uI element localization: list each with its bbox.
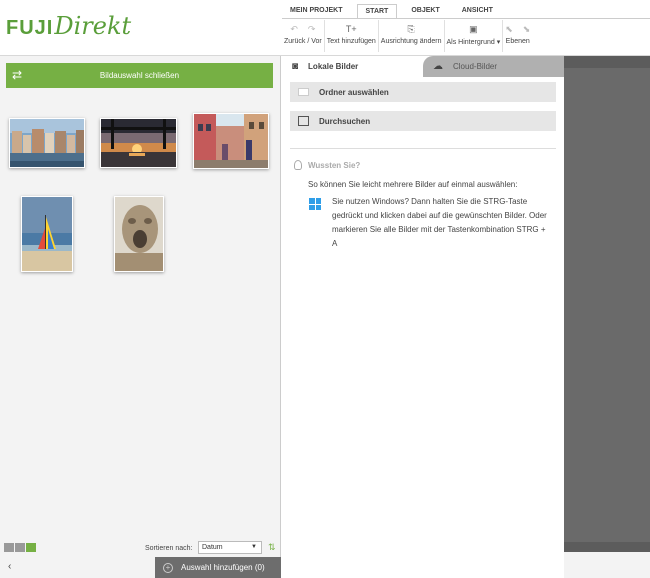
windows-logo-icon (309, 198, 321, 210)
ribbon-toolbar: ↶ ↷ Zurück / Vor T+ Text hinzufügen ⎘ Au… (282, 20, 532, 54)
swap-arrows-icon: ⇄ (12, 68, 23, 82)
select-folder-button[interactable]: Ordner auswählen (290, 82, 556, 102)
sort-select-value: Datum (202, 544, 223, 551)
panel-footer: ‹ + Auswahl hinzufügen (0) (0, 557, 281, 578)
browse-button[interactable]: Durchsuchen (290, 111, 556, 131)
large-grid-view-icon[interactable] (4, 543, 14, 552)
tab-local-images[interactable]: ◙ Lokale Bilder (282, 56, 423, 77)
tab-mein-projekt[interactable]: MEIN PROJEKT (282, 4, 351, 18)
cloud-icon: ☁ (433, 61, 443, 72)
close-image-selection-button[interactable]: ⇄ Bildauswahl schließen (6, 63, 273, 88)
tab-divider (282, 18, 650, 19)
sand-sculpture-image (115, 197, 163, 271)
beach-sailboat-image (22, 197, 72, 271)
medium-grid-view-icon[interactable] (15, 543, 25, 552)
thumbnail-beach-sailboat[interactable] (21, 196, 73, 272)
ribbon-tabs: MEIN PROJEKT START OBJEKT ANSICHT (282, 4, 507, 18)
close-image-selection-label: Bildauswahl schließen (99, 71, 180, 80)
as-background-button[interactable]: ▣ Als Hintergrund ▾ (445, 20, 504, 52)
tab-local-images-label: Lokale Bilder (308, 62, 359, 71)
canvas-bottom-strip (564, 542, 650, 552)
back-chevron-icon[interactable]: ‹ (8, 561, 11, 572)
image-icon: ▣ (469, 23, 478, 34)
logo-direkt: Direkt (54, 12, 132, 40)
folder-icon (298, 88, 309, 96)
dropdown-arrow-icon: ▼ (251, 544, 257, 550)
layer-down-icon: ⬊ (522, 23, 531, 34)
tip-heading-text: Wussten Sie? (308, 160, 361, 170)
sort-bar: Sortieren nach: Datum ▼ ⇅ (0, 539, 281, 557)
undo-icon: ↶ (290, 23, 298, 34)
tip-body: Sie nutzen Windows? Dann halten Sie die … (332, 197, 547, 248)
layer-up-icon: ⬉ (505, 23, 513, 34)
image-source-panel: ◙ Lokale Bilder ☁ Cloud-Bilder Ordner au… (282, 56, 564, 578)
tab-cloud-images[interactable]: ☁ Cloud-Bilder (423, 56, 564, 77)
browse-label: Durchsuchen (319, 116, 371, 126)
orientation-label: Ausrichtung ändern (380, 38, 442, 45)
change-orientation-button[interactable]: ⎘ Ausrichtung ändern (379, 20, 445, 52)
small-grid-view-icon[interactable] (26, 543, 36, 552)
undo-redo-label: Zurück / Vor (284, 38, 322, 45)
add-selection-button[interactable]: + Auswahl hinzufügen (0) (155, 557, 281, 578)
logo-fuji: FUJI (6, 17, 54, 39)
view-mode-toggle (4, 543, 36, 552)
camera-icon: ◙ (292, 61, 299, 72)
select-folder-label: Ordner auswählen (319, 87, 389, 97)
sort-by-label: Sortieren nach: (145, 545, 193, 552)
as-background-label: Als Hintergrund ▾ (446, 39, 501, 46)
city-harbor-image (10, 119, 84, 167)
sunset-bridge-image (101, 119, 176, 167)
thumbnail-sunset-bridge[interactable] (100, 118, 177, 168)
thumbnail-street-scene[interactable] (193, 113, 269, 169)
section-divider (290, 148, 556, 149)
tab-objekt[interactable]: OBJEKT (403, 4, 447, 18)
orientation-icon: ⎘ (407, 23, 415, 34)
fujidirekt-logo: FUJI Direkt (6, 12, 131, 44)
thumbnail-sand-sculpture[interactable] (114, 196, 164, 272)
street-scene-image (194, 114, 268, 168)
sort-select[interactable]: Datum ▼ (198, 541, 262, 554)
canvas-top-strip (564, 56, 650, 68)
undo-redo-button[interactable]: ↶ ↷ Zurück / Vor (282, 20, 325, 52)
canvas-footer (564, 552, 650, 578)
source-tabs: ◙ Lokale Bilder ☁ Cloud-Bilder (282, 56, 564, 77)
design-canvas[interactable] (564, 56, 650, 578)
redo-icon: ↷ (307, 23, 316, 34)
tab-ansicht[interactable]: ANSICHT (454, 4, 501, 18)
thumbnail-city-harbor[interactable] (9, 118, 85, 168)
layers-label: Ebenen (505, 38, 530, 45)
image-selection-panel: ⇄ Bildauswahl schließen Sortieren nach: … (0, 56, 281, 578)
tip-heading: Wussten Sie? (294, 160, 360, 170)
plus-circle-icon: + (163, 562, 173, 573)
add-text-button[interactable]: T+ Text hinzufügen (325, 20, 379, 52)
tab-start[interactable]: START (356, 4, 398, 18)
lightbulb-icon (294, 160, 302, 170)
add-text-label: Text hinzufügen (326, 38, 376, 45)
gallery-icon (298, 116, 309, 126)
text-add-icon: T+ (345, 24, 357, 34)
add-selection-label: Auswahl hinzufügen (0) (181, 563, 265, 572)
layers-button[interactable]: ⬉ ⬊ Ebenen (503, 20, 532, 52)
sort-direction-icon[interactable]: ⇅ (268, 542, 276, 553)
tip-intro: So können Sie leicht mehrere Bilder auf … (308, 180, 518, 189)
tab-cloud-images-label: Cloud-Bilder (453, 62, 498, 71)
app-header: FUJI Direkt MEIN PROJEKT START OBJEKT AN… (0, 0, 650, 56)
